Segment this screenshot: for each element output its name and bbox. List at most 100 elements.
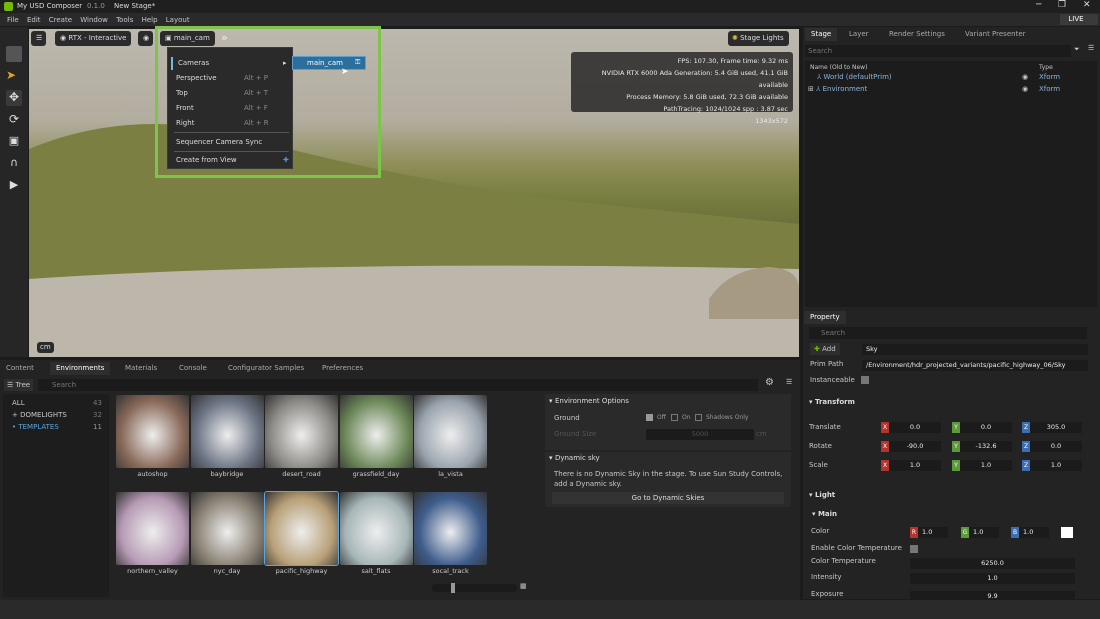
prim-path-field[interactable]: /Environment/hdr_projected_variants/paci…	[862, 360, 1088, 371]
scale-x-field[interactable]: 1.0	[889, 460, 941, 471]
prim-name-field[interactable]: Sky	[862, 344, 1088, 355]
tab-configurator-samples[interactable]: Configurator Samples	[222, 362, 310, 375]
row-name: Environment	[822, 85, 868, 93]
zoom-slider[interactable]	[432, 584, 517, 592]
tree-item-domelights[interactable]: + DOMELIGHTS 32	[12, 411, 102, 419]
translate-y-field[interactable]: 0.0	[960, 422, 1012, 433]
close-icon[interactable]: ✕	[1083, 0, 1091, 10]
snap-tool-icon[interactable]	[6, 46, 22, 62]
property-search-input[interactable]: Search	[809, 327, 1087, 339]
eye-icon[interactable]: ◉	[1022, 85, 1028, 93]
env-options-header[interactable]: ▾ Environment Options	[549, 397, 629, 405]
color-r-field[interactable]: 1.0	[918, 527, 948, 538]
rotate-z-field[interactable]: 0.0	[1030, 441, 1082, 452]
tree-item-templates[interactable]: • TEMPLATES 11	[12, 423, 102, 431]
temp-label: Color Temperature	[811, 557, 876, 565]
col-name: Name (Old to New)	[810, 64, 868, 71]
render-mode-button[interactable]: ◉ RTX - Interactive	[55, 31, 132, 46]
stage-lights-button[interactable]: ✺ Stage Lights	[728, 31, 789, 46]
env-search-input[interactable]: Search	[38, 379, 758, 391]
env-thumb-baybridge[interactable]	[190, 395, 264, 468]
tab-preferences[interactable]: Preferences	[316, 362, 369, 375]
env-thumb-pacific_highway[interactable]	[264, 491, 339, 566]
env-thumb-socal_track[interactable]	[414, 492, 487, 565]
color-swatch[interactable]	[1061, 527, 1073, 538]
menu-help[interactable]: Help	[142, 16, 158, 24]
expand-icon[interactable]: ⊞	[808, 85, 816, 93]
scale-tool-icon[interactable]: ▣	[6, 134, 22, 150]
tab-materials[interactable]: Materials	[119, 362, 163, 375]
scale-y-field[interactable]: 1.0	[960, 460, 1012, 471]
grid-view-icon[interactable]: ▦	[520, 582, 527, 590]
color-g-field[interactable]: 1.0	[969, 527, 999, 538]
stage-row-world[interactable]: ⅄ World (defaultPrim)	[817, 73, 892, 81]
list-view-icon[interactable]: ☰	[786, 378, 792, 386]
translate-x-field[interactable]: 0.0	[889, 422, 941, 433]
filter-icon[interactable]: ⏷	[1074, 45, 1080, 54]
env-thumb-autoshop[interactable]	[116, 395, 189, 468]
env-thumb-salt_flats[interactable]	[339, 492, 413, 565]
go-to-dynamic-skies-button[interactable]: Go to Dynamic Skies	[552, 492, 784, 504]
rotate-x-field[interactable]: -90.0	[889, 441, 941, 452]
menu-tools[interactable]: Tools	[116, 16, 133, 24]
visibility-button[interactable]: ◉	[138, 31, 153, 46]
intensity-field[interactable]: 1.0	[910, 573, 1075, 584]
menu-edit[interactable]: Edit	[27, 16, 41, 24]
zoom-slider-handle[interactable]	[451, 583, 455, 593]
env-thumb-label: pacific_highway	[275, 567, 328, 575]
transform-header[interactable]: ▾ Transform	[809, 398, 855, 406]
rotate-y-field[interactable]: -132.6	[960, 441, 1012, 452]
gear-icon[interactable]: ⚙	[765, 377, 774, 388]
ground-on-checkbox[interactable]	[671, 414, 678, 421]
dynamic-sky-title: Dynamic sky	[554, 454, 600, 462]
menu-layout[interactable]: Layout	[166, 16, 190, 24]
settings-button[interactable]: ☰	[31, 31, 46, 46]
env-thumb-nyc_day[interactable]	[190, 492, 264, 565]
select-tool-icon[interactable]: ➤	[6, 68, 22, 84]
light-header[interactable]: ▾ Light	[809, 491, 835, 499]
ground-off-checkbox[interactable]	[646, 414, 653, 421]
env-thumb-desert_road[interactable]	[265, 395, 338, 468]
minimize-icon[interactable]: ─	[1036, 0, 1041, 10]
scale-z-field[interactable]: 1.0	[1030, 460, 1082, 471]
menu-window[interactable]: Window	[80, 16, 108, 24]
live-button[interactable]: LIVE	[1060, 14, 1098, 25]
menu-create[interactable]: Create	[49, 16, 72, 24]
tab-environments[interactable]: Environments	[50, 362, 111, 375]
move-tool-icon[interactable]: ✥	[6, 90, 22, 106]
magnet-tool-icon[interactable]: ∩	[6, 156, 22, 172]
stats-resolution: 1343x572	[755, 117, 788, 125]
instanceable-checkbox[interactable]	[861, 376, 869, 384]
temp-field[interactable]: 6250.0	[910, 558, 1075, 569]
stage-search-input[interactable]: Search	[805, 45, 1071, 57]
shadows-checkbox[interactable]	[695, 414, 702, 421]
env-thumb-grassfield_day[interactable]	[339, 395, 413, 468]
tab-content[interactable]: Content	[0, 362, 40, 375]
enable-temp-checkbox[interactable]	[910, 545, 918, 553]
tab-variant-presenter[interactable]: Variant Presenter	[959, 28, 1032, 41]
tab-stage[interactable]: Stage	[805, 28, 838, 41]
rotate-tool-icon[interactable]: ⟳	[6, 112, 22, 128]
eye-icon[interactable]: ◉	[1022, 73, 1028, 81]
main-header[interactable]: ▾ Main	[812, 510, 837, 518]
tree-item-count: 43	[93, 399, 102, 407]
tab-layer[interactable]: Layer	[843, 28, 875, 41]
tab-render-settings[interactable]: Render Settings	[883, 28, 951, 41]
exposure-field[interactable]: 9.9	[910, 591, 1075, 599]
tab-property[interactable]: Property	[804, 311, 846, 324]
env-thumb-la_vista[interactable]	[414, 395, 487, 468]
maximize-icon[interactable]: ❐	[1058, 0, 1066, 10]
stage-row-environment[interactable]: ⊞ ⅄ Environment	[808, 85, 867, 93]
color-b-field[interactable]: 1.0	[1019, 527, 1049, 538]
menu-file[interactable]: File	[7, 16, 19, 24]
env-thumb-northern_valley[interactable]	[116, 492, 189, 565]
tree-toggle[interactable]: ☰ Tree	[4, 379, 34, 391]
tab-console[interactable]: Console	[173, 362, 213, 375]
dynamic-sky-header[interactable]: ▾ Dynamic sky	[549, 454, 600, 462]
tree-item-all[interactable]: ALL 43	[12, 399, 102, 407]
options-icon[interactable]: ☰	[1088, 44, 1094, 52]
add-button[interactable]: ✚ Add	[810, 343, 840, 355]
env-search-placeholder: Search	[52, 381, 77, 389]
play-tool-icon[interactable]: ▶	[6, 178, 22, 194]
translate-z-field[interactable]: 305.0	[1030, 422, 1082, 433]
